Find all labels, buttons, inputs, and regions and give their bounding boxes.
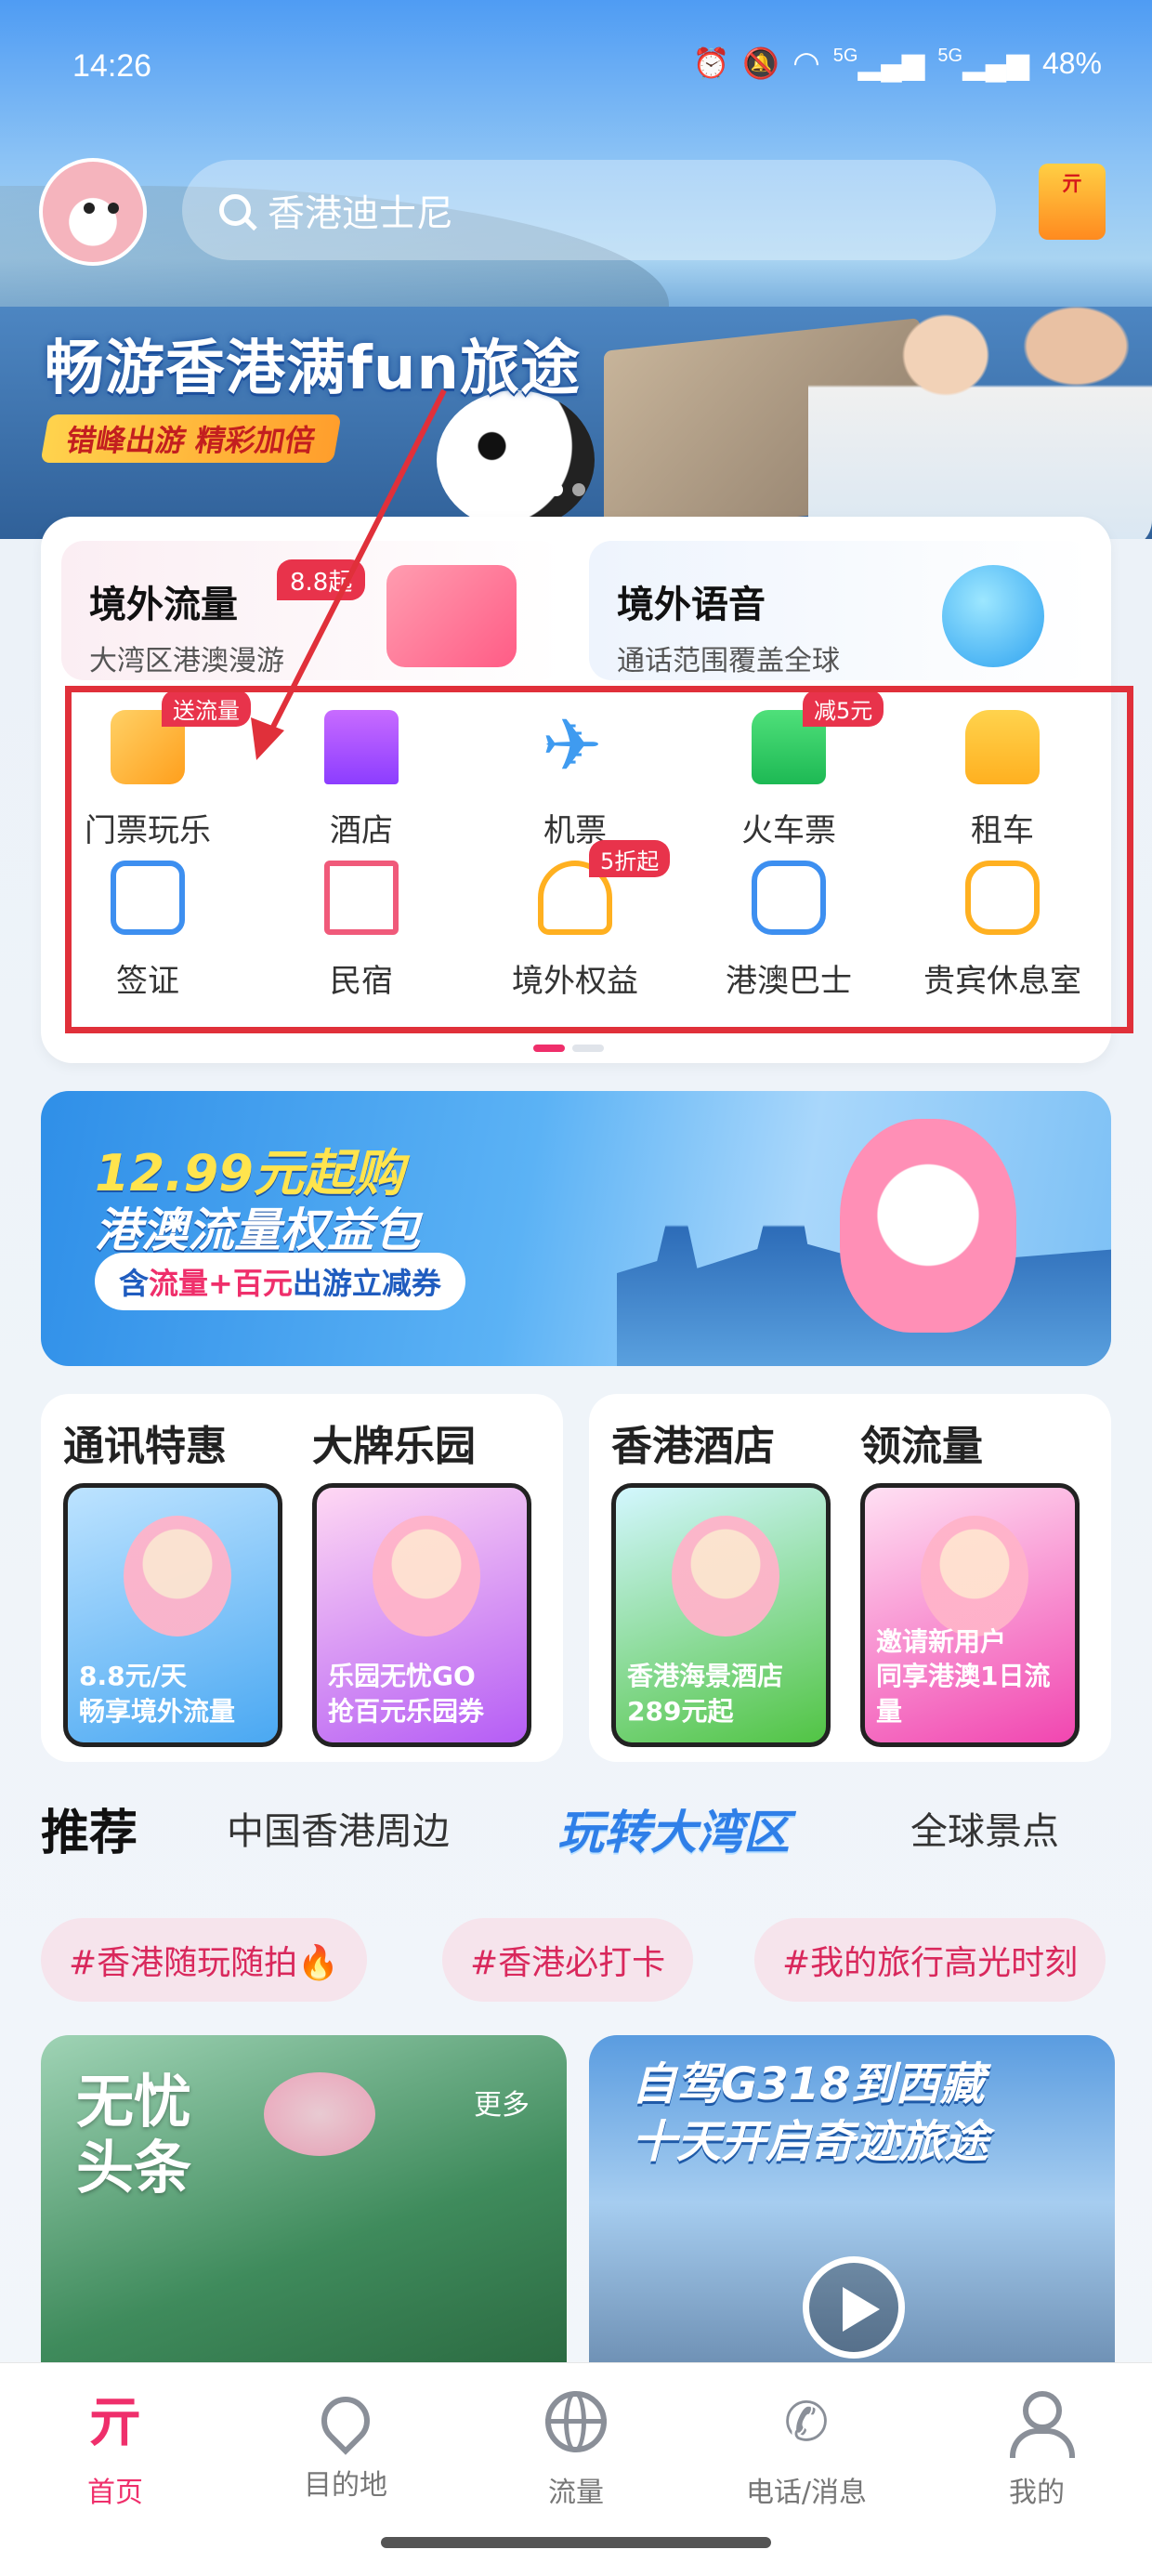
globe-icon [545, 2391, 607, 2452]
banner-pill: 含流量+百元 出游立减券 [95, 1253, 465, 1310]
battery-level: 48% [1041, 46, 1102, 80]
hero-people-image [808, 251, 1152, 539]
category-card-left: 通讯特惠 大牌乐园 8.8元/天 畅享境外流量 乐园无忧GO 抢百元乐园券 [41, 1394, 563, 1762]
category-tile-theme-park[interactable]: 乐园无忧GO 抢百元乐园券 [312, 1483, 531, 1747]
category-tile-telecom[interactable]: 8.8元/天 畅享境外流量 [63, 1483, 282, 1747]
hashtag-chip[interactable]: #我的旅行高光时刻 [754, 1918, 1106, 2002]
5g-signal-icon: 5G▂▄▆ [832, 46, 925, 80]
feed-title: 无忧 头条 [76, 2068, 192, 2202]
promo-roaming-voice[interactable]: 境外语音 通话范围覆盖全球 [589, 541, 1091, 680]
alarm-icon: ⏰ [692, 46, 730, 80]
promo-roaming-data[interactable]: 境外流量 大湾区港澳漫游 8.8起 [61, 541, 563, 680]
girl-image [921, 1516, 1028, 1636]
feed-card-video[interactable]: 自驾G318到西藏 十天开启奇迹旅途 [589, 2035, 1115, 2370]
mascot-image [840, 1119, 1016, 1333]
nav-data[interactable]: 流量 [502, 2391, 650, 2510]
wifi-icon: ◠ [792, 46, 820, 81]
nav-home[interactable]: 亓 首页 [41, 2391, 190, 2510]
tab-greater-bay[interactable]: 玩转大湾区 [557, 1795, 790, 1862]
home-icon: 亓 [87, 2390, 142, 2453]
search-placeholder: 香港迪士尼 [268, 192, 453, 235]
travelers-image [672, 1516, 779, 1636]
user-icon [1006, 2391, 1075, 2458]
nav-label: 电话/消息 [745, 2477, 868, 2509]
nav-label: 流量 [548, 2477, 604, 2509]
tile-caption: 8.8元/天 畅享境外流量 [79, 1661, 236, 1728]
hashtag-chip[interactable]: #香港随玩随拍🔥 [41, 1918, 367, 2002]
tile-caption: 邀请新用户 同享港澳1日流量 [876, 1625, 1051, 1728]
phone-icon: ✆ [783, 2390, 830, 2453]
status-time: 14:26 [72, 48, 152, 84]
hero-subtitle: 错峰出游 精彩加倍 [40, 414, 342, 463]
content-tabs: 推荐 中国香港周边 玩转大湾区 全球景点 [41, 1801, 1119, 1869]
tile-caption: 香港海景酒店 289元起 [627, 1661, 784, 1728]
nav-label: 首页 [87, 2477, 143, 2509]
nav-me[interactable]: 我的 [962, 2391, 1111, 2510]
app-root: 14:26 ⏰ 🔕 ◠ 5G▂▄▆ 5G▂▄▆ 48% 香港迪士尼 亓 畅游香港… [0, 0, 1152, 2576]
home-indicator[interactable] [381, 2537, 771, 2548]
avatar[interactable] [39, 158, 147, 266]
category-heading[interactable]: 通讯特惠 [63, 1413, 227, 1472]
search-input[interactable]: 香港迪士尼 [182, 160, 996, 260]
sim-card-icon [386, 565, 517, 667]
nav-destination[interactable]: 目的地 [271, 2386, 420, 2503]
hashtag-chip[interactable]: #香港必打卡 [442, 1918, 694, 2002]
5g-signal-icon: 5G▂▄▆ [937, 46, 1029, 80]
gift-box-icon[interactable]: 亓 [1039, 164, 1106, 240]
service-pager [533, 1045, 604, 1052]
nav-label: 目的地 [304, 2469, 387, 2502]
family-image [373, 1516, 480, 1636]
price-badge: 8.8起 [277, 559, 366, 600]
play-icon[interactable] [803, 2256, 905, 2359]
feed-card-headlines[interactable]: 无忧 头条 更多 [41, 2035, 567, 2370]
category-tile-hk-hotel[interactable]: 香港海景酒店 289元起 [611, 1483, 831, 1747]
location-pin-icon [311, 2386, 380, 2455]
status-icons: ⏰ 🔕 ◠ 5G▂▄▆ 5G▂▄▆ 48% [692, 45, 1102, 82]
nav-phone-messages[interactable]: ✆ 电话/消息 [732, 2391, 881, 2510]
globe-phone-icon [942, 565, 1044, 667]
category-card-right: 香港酒店 领流量 香港海景酒店 289元起 邀请新用户 同享港澳1日流量 [589, 1394, 1111, 1762]
hero-panda-image [437, 390, 595, 530]
data-package-banner[interactable]: 12.99元起购 港澳流量权益包 含流量+百元 出游立减券 [41, 1091, 1111, 1366]
lotus-image [264, 2072, 375, 2156]
tab-global-spots[interactable]: 全球景点 [910, 1801, 1059, 1855]
mascot-image [124, 1516, 231, 1636]
category-heading[interactable]: 香港酒店 [611, 1413, 775, 1472]
mute-icon: 🔕 [742, 46, 780, 80]
tile-caption: 乐园无忧GO 抢百元乐园券 [328, 1661, 485, 1728]
tab-hk-nearby[interactable]: 中国香港周边 [227, 1801, 450, 1855]
highlight-box [65, 686, 1133, 1033]
category-heading[interactable]: 领流量 [860, 1413, 983, 1472]
feed-title: 自驾G318到西藏 十天开启奇迹旅途 [632, 2058, 989, 2169]
nav-label: 我的 [1009, 2477, 1065, 2509]
hero-carousel-dots [535, 483, 585, 496]
category-tile-free-data[interactable]: 邀请新用户 同享港澳1日流量 [860, 1483, 1080, 1747]
category-heading[interactable]: 大牌乐园 [312, 1413, 476, 1472]
more-link[interactable]: 更多 [474, 2082, 530, 2123]
hero-title: 畅游香港满fun旅途 [45, 335, 581, 403]
tab-recommend[interactable]: 推荐 [41, 1794, 137, 1869]
search-icon [219, 194, 251, 226]
banner-title: 港澳流量权益包 [95, 1203, 420, 1257]
